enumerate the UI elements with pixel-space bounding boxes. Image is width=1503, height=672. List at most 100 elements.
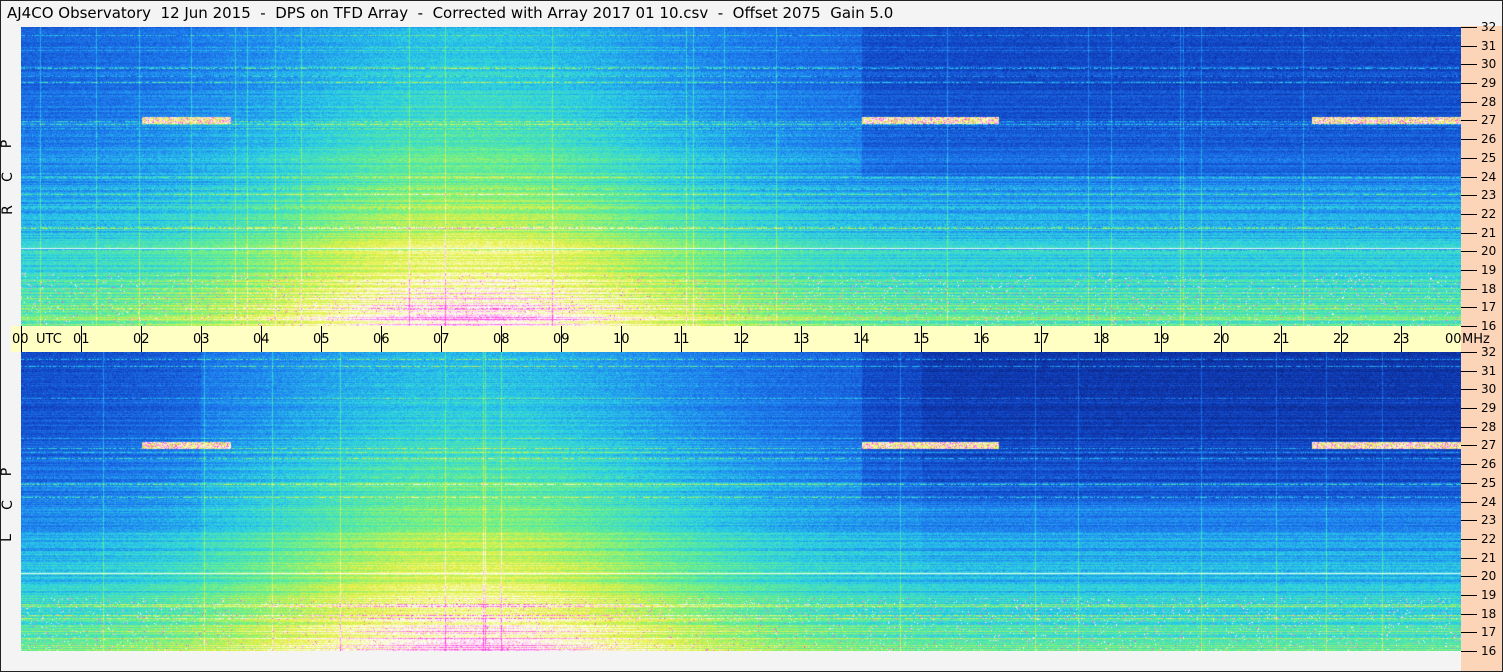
y-tick <box>1461 195 1477 197</box>
x-tick-label: 00 <box>1445 332 1462 347</box>
y-tick-label: 20 <box>1481 569 1497 584</box>
y-tick <box>1461 594 1477 596</box>
frequency-axis: 32 31 30 29 28 27 26 25 24 23 22 21 20 19 18 17 16 32 31 30… <box>1461 21 1502 671</box>
y-tick <box>1461 176 1477 178</box>
y-tick-label: 17 <box>1481 300 1497 315</box>
y-tick-label: 28 <box>1481 419 1497 434</box>
y-tick-label: 31 <box>1481 38 1497 53</box>
y-tick-label: 22 <box>1481 206 1497 221</box>
y-tick <box>1461 64 1477 66</box>
y-tick <box>1461 520 1477 522</box>
y-tick-label: 31 <box>1481 363 1497 378</box>
x-tick-label: 01 <box>73 332 90 347</box>
frequency-unit-label: MHz <box>1462 332 1490 347</box>
y-tick-label: 18 <box>1481 606 1497 621</box>
y-tick <box>1461 251 1477 253</box>
x-tick-label: 23 <box>1393 332 1410 347</box>
y-tick-label: 27 <box>1481 113 1497 128</box>
y-tick <box>1461 482 1477 484</box>
y-tick <box>1461 120 1477 122</box>
x-tick-label: 00 <box>12 332 29 347</box>
y-tick <box>1461 632 1477 634</box>
time-axis: 00 01 02 03 04 05 06 07 08 09 10 11 12 13 14 15 16 17 18 19… <box>11 326 1462 352</box>
y-tick <box>1461 370 1477 372</box>
y-tick <box>1461 139 1477 141</box>
y-tick <box>1461 557 1477 559</box>
y-tick-label: 21 <box>1481 225 1497 240</box>
x-tick-label: 21 <box>1273 332 1290 347</box>
y-tick-label: 28 <box>1481 94 1497 109</box>
polarization-letter: L <box>0 534 15 542</box>
x-tick-label: 05 <box>313 332 330 347</box>
y-tick <box>1461 389 1477 391</box>
y-tick <box>1461 464 1477 466</box>
x-tick-label: 07 <box>433 332 450 347</box>
y-tick-label: 17 <box>1481 625 1497 640</box>
y-tick-label: 27 <box>1481 438 1497 453</box>
spectrogram-lcp <box>21 352 1461 651</box>
y-tick <box>1461 352 1477 353</box>
y-tick-label: 23 <box>1481 513 1497 528</box>
x-tick-label: 02 <box>133 332 150 347</box>
y-tick <box>1461 445 1477 447</box>
chart-title: AJ4CO Observatory 12 Jun 2015 - DPS on T… <box>7 4 894 22</box>
x-tick-label: 06 <box>373 332 390 347</box>
x-tick-label: 10 <box>613 332 630 347</box>
y-tick <box>1461 157 1477 159</box>
y-tick-label: 29 <box>1481 76 1497 91</box>
y-tick <box>1461 613 1477 615</box>
y-tick-label: 19 <box>1481 587 1497 602</box>
x-tick-label: 22 <box>1333 332 1350 347</box>
y-tick <box>1461 326 1477 327</box>
y-tick <box>1461 213 1477 215</box>
x-tick-label: 08 <box>493 332 510 347</box>
x-tick-label: 13 <box>793 332 810 347</box>
y-tick-label: 24 <box>1481 169 1497 184</box>
y-tick-label: 32 <box>1481 345 1497 359</box>
polarization-letter: C <box>0 172 16 182</box>
x-tick-label: 15 <box>913 332 930 347</box>
x-tick-label: 16 <box>973 332 990 347</box>
x-tick-label: 14 <box>853 332 870 347</box>
y-tick-label: 29 <box>1481 401 1497 416</box>
y-tick-label: 19 <box>1481 262 1497 277</box>
x-tick-label: 18 <box>1093 332 1110 347</box>
y-tick <box>1461 101 1477 103</box>
y-tick <box>1461 45 1477 47</box>
y-tick-label: 32 <box>1481 20 1497 34</box>
y-tick-label: 24 <box>1481 494 1497 509</box>
y-tick-label: 16 <box>1481 319 1497 333</box>
y-tick-label: 25 <box>1481 150 1497 165</box>
x-tick-label: 12 <box>733 332 750 347</box>
y-tick-label: 18 <box>1481 281 1497 296</box>
y-tick-label: 26 <box>1481 132 1497 147</box>
y-tick-label: 22 <box>1481 531 1497 546</box>
x-tick-label: 20 <box>1213 332 1230 347</box>
y-tick-label: 16 <box>1481 644 1497 658</box>
y-tick <box>1461 83 1477 85</box>
y-tick-label: 21 <box>1481 550 1497 565</box>
y-tick <box>1461 501 1477 503</box>
x-tick-label: 04 <box>253 332 270 347</box>
polarization-letter: R <box>0 205 16 215</box>
y-tick <box>1461 426 1477 428</box>
x-axis-label: UTC <box>36 332 62 347</box>
polarization-letter: P <box>0 467 16 477</box>
y-tick <box>1461 288 1477 290</box>
y-tick <box>1461 307 1477 309</box>
y-tick <box>1461 269 1477 271</box>
y-tick <box>1461 651 1477 652</box>
polarization-letter: C <box>0 500 16 510</box>
x-tick-label: 17 <box>1033 332 1050 347</box>
polarization-letter: P <box>0 139 16 149</box>
x-tick-label: 03 <box>193 332 210 347</box>
y-tick-label: 25 <box>1481 475 1497 490</box>
y-tick <box>1461 538 1477 540</box>
y-tick-label: 26 <box>1481 457 1497 472</box>
y-tick-label: 30 <box>1481 57 1497 72</box>
y-tick <box>1461 408 1477 410</box>
y-tick-label: 30 <box>1481 382 1497 397</box>
y-tick <box>1461 232 1477 234</box>
y-tick <box>1461 27 1477 28</box>
spectrogram-rcp <box>21 27 1461 326</box>
